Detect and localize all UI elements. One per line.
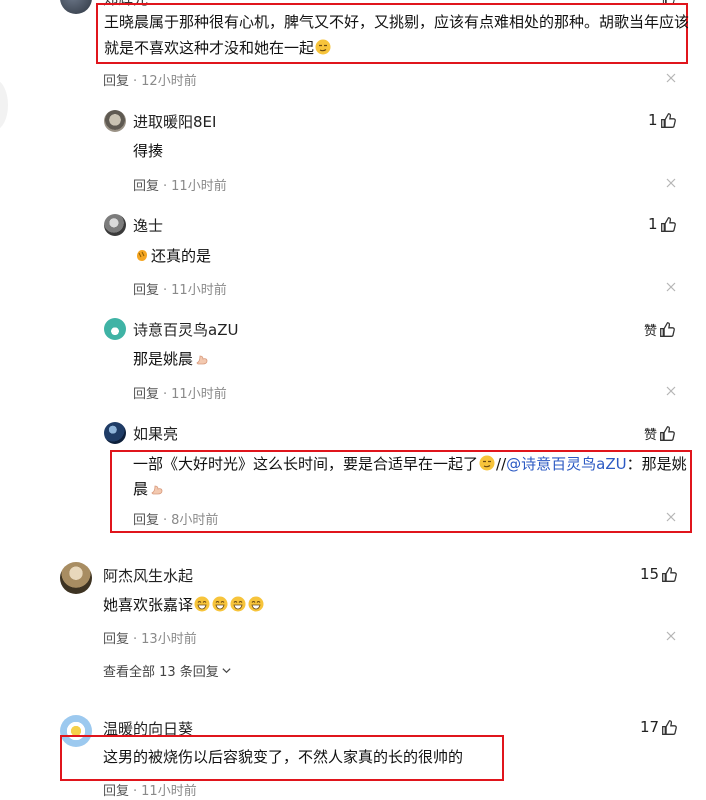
like-count: 赞 — [644, 324, 658, 339]
reply-button[interactable]: 回复 — [103, 784, 129, 799]
reply-text-line2-wrap: 晨 — [133, 476, 166, 502]
mention-link[interactable]: @诗意百灵鸟aZU — [506, 455, 626, 473]
reply-text-wrap: 还真的是 — [133, 243, 211, 269]
timestamp: 11小时前 — [171, 283, 227, 298]
grin-emoji-icon — [230, 596, 246, 612]
like-button[interactable]: 1 — [648, 215, 677, 233]
reply-button[interactable]: 回复 — [103, 632, 129, 647]
reply-meta: 回复 · 11小时前 — [133, 283, 227, 298]
timestamp: 11小时前 — [171, 387, 227, 402]
close-icon[interactable] — [665, 385, 677, 397]
smirk-emoji-icon — [315, 39, 331, 55]
thumbs-up-icon — [660, 322, 675, 337]
timestamp: 8小时前 — [171, 513, 219, 528]
timestamp: 12小时前 — [141, 74, 197, 89]
reply-slashes: // — [496, 455, 507, 473]
like-count: 赞 — [644, 428, 658, 443]
comment-text-line2-wrap: 就是不喜欢这种才没和她在一起 — [104, 35, 332, 61]
reply-text: 还真的是 — [151, 247, 212, 265]
comment-text: 王晓晨属于那种很有心机，脾气又不好，又挑剔，应该有点难相处的那种。胡歌当年应该 — [104, 9, 689, 35]
comment-meta: 回复 · 13小时前 — [103, 632, 197, 647]
like-count: 1 — [648, 111, 658, 129]
close-icon[interactable] — [665, 511, 677, 523]
side-panel-edge — [0, 80, 8, 130]
reply-username[interactable]: 进取暖阳8EI — [133, 111, 216, 132]
view-all-replies-link[interactable]: 查看全部 13 条回复 — [103, 661, 232, 680]
flex-arm-emoji-icon — [196, 355, 208, 365]
like-count: 15 — [640, 565, 660, 583]
comment-text-line2: 就是不喜欢这种才没和她在一起 — [104, 39, 315, 57]
clap-emoji-icon — [137, 250, 147, 261]
grin-emoji-icon — [248, 596, 264, 612]
like-count: 17 — [640, 718, 660, 736]
avatar[interactable] — [60, 562, 92, 594]
view-all-replies-label: 查看全部 13 条回复 — [103, 665, 219, 680]
reply-username[interactable]: 逸士 — [133, 215, 163, 236]
comment-text: 这男的被烧伤以后容貌变了，不然人家真的长的很帅的 — [103, 748, 464, 766]
smirk-emoji-icon — [479, 455, 495, 471]
reply-button[interactable]: 回复 — [133, 387, 159, 402]
like-button[interactable]: 赞 — [644, 320, 676, 339]
thumbs-up-icon — [662, 719, 677, 735]
reply-text-wrap: 那是姚晨 — [133, 346, 211, 372]
comment-meta: 回复 · 11小时前 — [103, 784, 197, 799]
reply-button[interactable]: 回复 — [133, 513, 159, 528]
thumbs-up-icon — [662, 566, 677, 582]
like-button[interactable]: 15 — [640, 565, 678, 583]
avatar[interactable] — [104, 318, 126, 340]
avatar[interactable] — [104, 214, 126, 236]
reply-meta: 回复 · 11小时前 — [133, 179, 227, 194]
reply-text-wrap: 一部《大好时光》这么长时间，要是合适早在一起了 //@诗意百灵鸟aZU：那是姚 — [133, 451, 687, 477]
reply-button[interactable]: 回复 — [133, 283, 159, 298]
flex-arm-emoji-icon — [151, 485, 163, 495]
like-button[interactable]: 1 — [648, 111, 677, 129]
timestamp: 11小时前 — [171, 179, 227, 194]
chevron-down-icon — [222, 668, 231, 674]
comment-meta: 回复 · 12小时前 — [103, 74, 197, 89]
reply-text: 得揍 — [133, 142, 164, 160]
comment-text-line1: 王晓晨属于那种很有心机，脾气又不好，又挑剔，应该有点难相处的那种。胡歌当年应该 — [104, 13, 690, 31]
close-icon[interactable] — [665, 72, 677, 84]
timestamp: 11小时前 — [141, 784, 197, 799]
close-icon[interactable] — [665, 281, 677, 293]
like-count: 1 — [648, 215, 658, 233]
reply-text: 那是姚晨 — [133, 350, 194, 368]
reply-text-part1: 一部《大好时光》这么长时间，要是合适早在一起了 — [133, 455, 479, 473]
thumbs-up-icon — [660, 426, 675, 441]
avatar[interactable] — [104, 422, 126, 444]
avatar[interactable] — [104, 110, 126, 132]
reply-button[interactable]: 回复 — [133, 179, 159, 194]
reply-username[interactable]: 诗意百灵鸟aZU — [133, 319, 238, 340]
reply-text-line2: 晨 — [133, 480, 149, 498]
reply-meta: 回复 · 11小时前 — [133, 387, 227, 402]
grin-emoji-icon — [212, 596, 228, 612]
thumbs-up-icon — [660, 216, 676, 232]
like-button[interactable]: 赞 — [644, 424, 676, 443]
reply-button[interactable]: 回复 — [103, 74, 129, 89]
reply-text-part2: ：那是姚 — [626, 455, 687, 473]
comment-text: 她喜欢张嘉译 — [103, 596, 194, 614]
thumbs-up-icon — [660, 112, 676, 128]
close-icon[interactable] — [665, 630, 677, 642]
reply-meta: 回复 · 8小时前 — [133, 513, 219, 528]
like-button[interactable]: 17 — [640, 718, 678, 736]
timestamp: 13小时前 — [141, 632, 197, 647]
comment-text-wrap: 她喜欢张嘉译 — [103, 592, 265, 618]
grin-emoji-icon — [194, 596, 210, 612]
avatar[interactable] — [60, 0, 92, 14]
comment-username[interactable]: 阿杰风生水起 — [103, 565, 193, 586]
close-icon[interactable] — [665, 177, 677, 189]
reply-username[interactable]: 如果亮 — [133, 423, 178, 444]
